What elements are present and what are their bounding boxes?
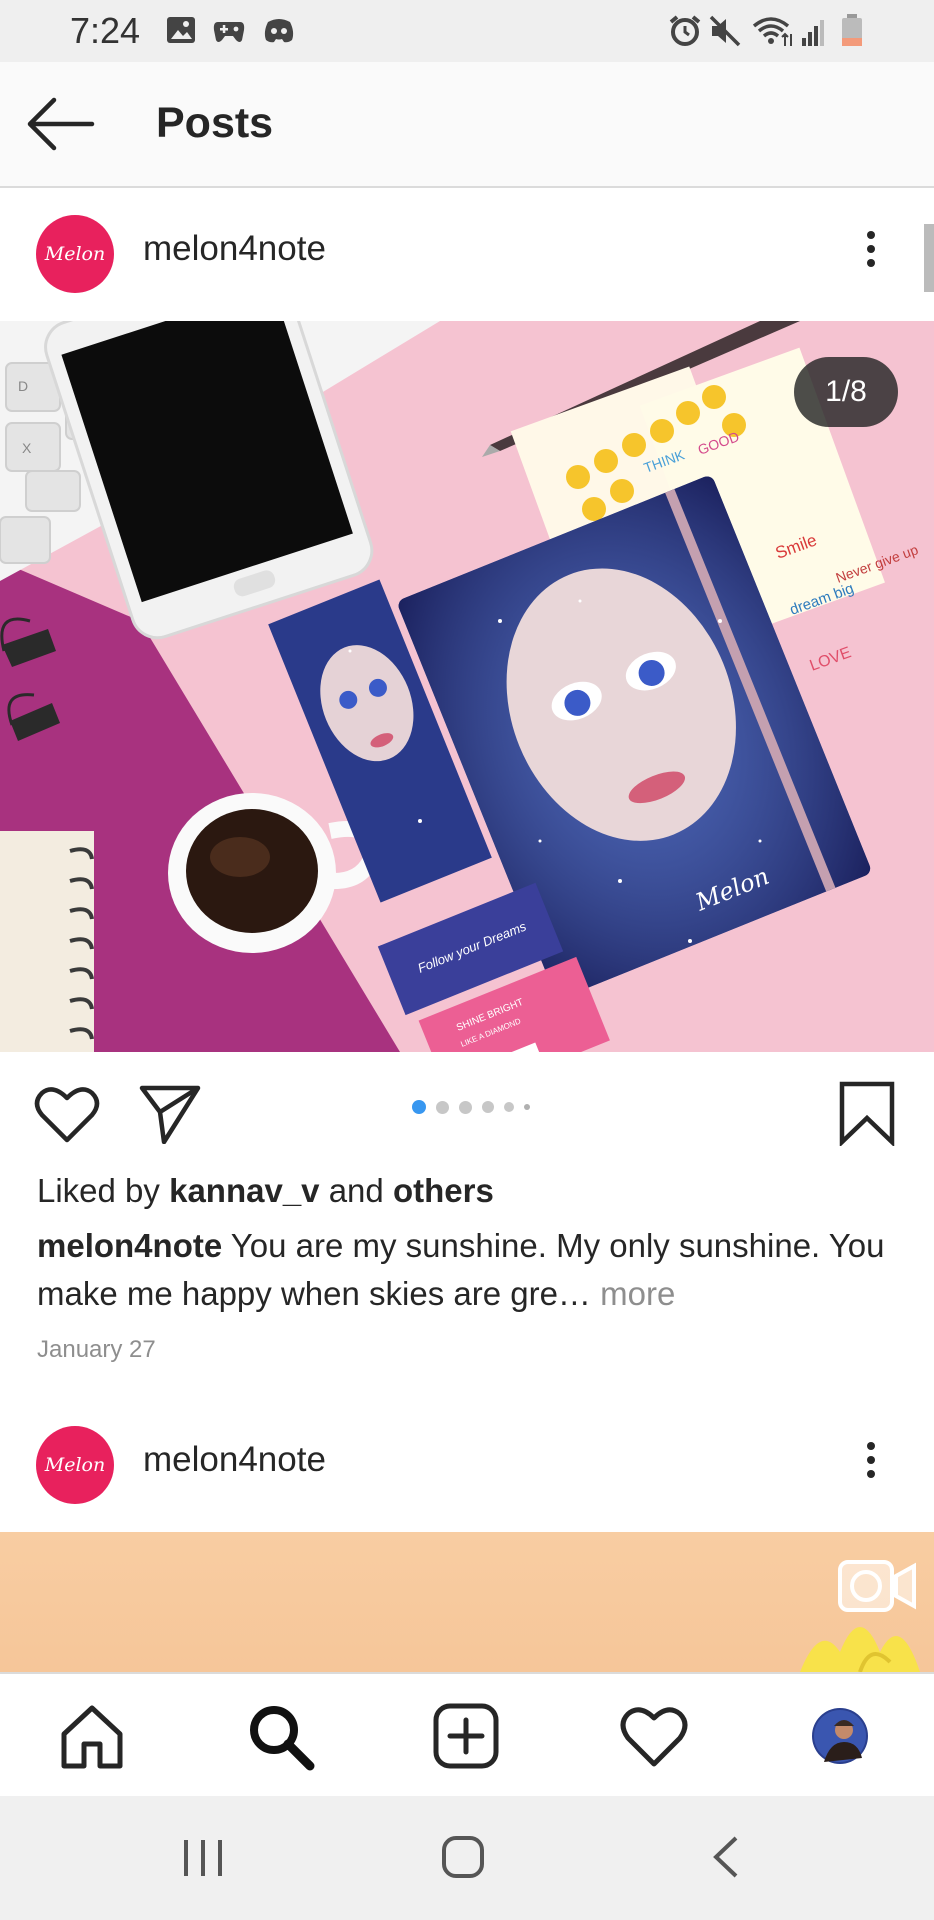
- post-username[interactable]: melon4note: [143, 1440, 326, 1480]
- likes-prefix: Liked by: [37, 1172, 160, 1209]
- gamepad-icon: [213, 22, 245, 42]
- bottom-nav: [0, 1672, 934, 1796]
- post-header: Melon melon4note: [0, 189, 934, 321]
- caption-username[interactable]: melon4note: [37, 1227, 222, 1264]
- keyboard-key-label: X: [22, 440, 32, 456]
- image-counter: 1/8: [794, 357, 898, 427]
- video-camera-icon: [838, 1560, 916, 1612]
- like-heart-icon[interactable]: [34, 1084, 100, 1144]
- post-actions: [0, 1052, 934, 1172]
- keyboard-key-label: D: [18, 378, 28, 394]
- carousel-dot: [504, 1102, 514, 1112]
- post-image[interactable]: D X C: [0, 321, 934, 1052]
- likes-line: Liked by kannav_v and others: [37, 1172, 494, 1210]
- wifi-icon: [752, 17, 792, 46]
- post-photo: [800, 1627, 920, 1672]
- avatar[interactable]: Melon: [36, 215, 114, 293]
- status-bar: 7:24: [0, 0, 934, 62]
- carousel-dot-active: [412, 1100, 426, 1114]
- new-post-icon[interactable]: [430, 1700, 502, 1772]
- page-title: Posts: [156, 99, 274, 147]
- more-options-icon[interactable]: [858, 225, 884, 285]
- page-header: Posts: [0, 62, 934, 188]
- home-circle-icon[interactable]: [438, 1832, 488, 1882]
- gallery-icon: [167, 17, 195, 43]
- bookmark-icon[interactable]: [838, 1080, 896, 1146]
- more-options-icon[interactable]: [858, 1436, 884, 1496]
- status-time: 7:24: [70, 10, 141, 51]
- arrow-left-icon[interactable]: [26, 96, 96, 152]
- discord-icon: [264, 19, 294, 43]
- caption-more-link[interactable]: more: [600, 1275, 675, 1312]
- post-photo: D X C: [0, 321, 934, 1052]
- activity-heart-icon[interactable]: [618, 1700, 690, 1772]
- post-username[interactable]: melon4note: [143, 229, 326, 269]
- signal-icon: [802, 20, 824, 46]
- post-caption: melon4note You are my sunshine. My only …: [37, 1222, 907, 1318]
- profile-avatar[interactable]: [804, 1700, 876, 1772]
- post-image[interactable]: [0, 1532, 934, 1672]
- likes-and: and: [328, 1172, 384, 1209]
- search-icon[interactable]: [244, 1700, 316, 1772]
- post-date: January 27: [37, 1336, 156, 1363]
- system-nav: [0, 1796, 934, 1920]
- carousel-dot: [459, 1100, 472, 1114]
- carousel-dot: [436, 1100, 449, 1114]
- recent-apps-icon[interactable]: [180, 1832, 226, 1882]
- back-chevron-icon[interactable]: [706, 1832, 746, 1882]
- alarm-icon: [669, 15, 701, 46]
- battery-icon: [842, 14, 862, 46]
- carousel-dot: [482, 1101, 494, 1113]
- avatar[interactable]: Melon: [36, 1426, 114, 1504]
- share-send-icon[interactable]: [138, 1084, 202, 1144]
- mute-icon: [709, 15, 741, 47]
- scrollbar[interactable]: [924, 224, 934, 292]
- liked-by-user[interactable]: kannav_v: [169, 1172, 319, 1209]
- likes-others-link[interactable]: others: [393, 1172, 494, 1209]
- post-header: Melon melon4note: [0, 1400, 934, 1532]
- carousel-dots: [412, 1100, 540, 1114]
- home-icon[interactable]: [56, 1700, 128, 1772]
- carousel-dot: [524, 1104, 530, 1110]
